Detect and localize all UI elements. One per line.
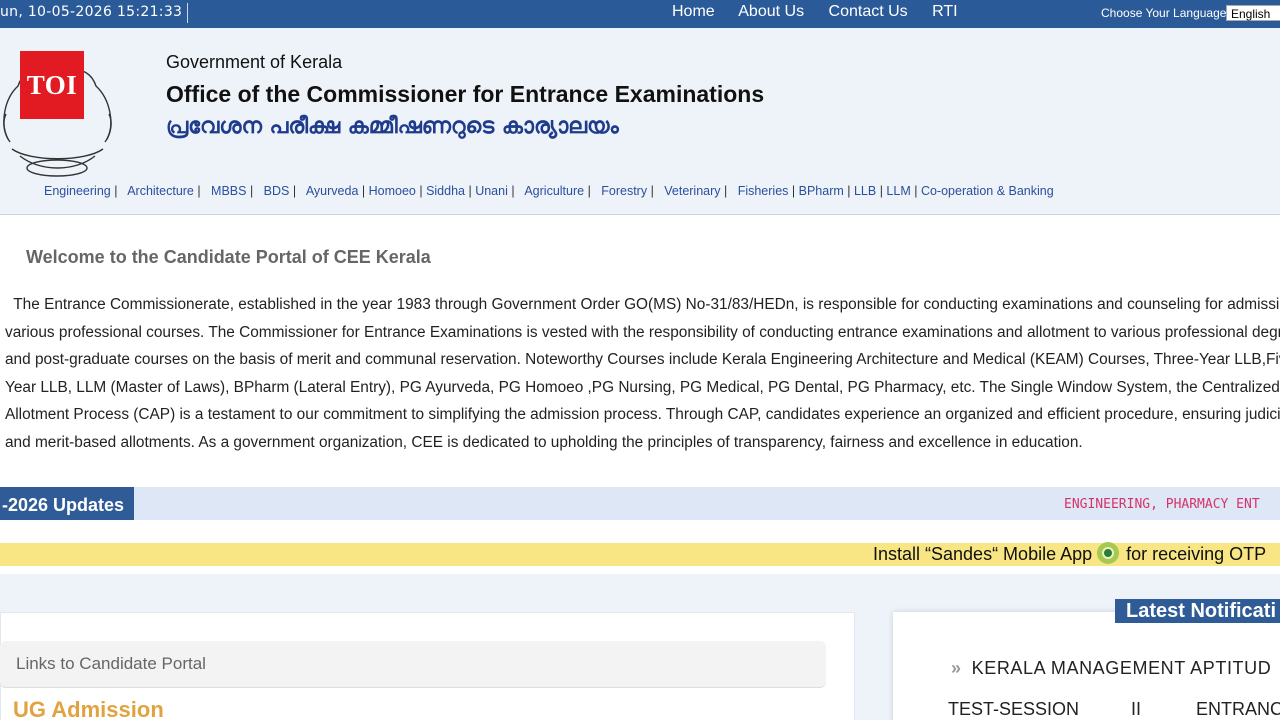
notification-item-cont[interactable]: TEST-SESSION II ENTRANC: [948, 699, 1280, 720]
intro-line: Year LLB, LLM (Master of Laws), BPharm (…: [5, 378, 1280, 396]
course-link[interactable]: Agriculture: [524, 184, 584, 198]
ug-admission-heading: UG Admission: [13, 697, 164, 720]
intro-line: The Entrance Commissionerate, establishe…: [5, 296, 1280, 313]
office-title: Office of the Commissioner for Entrance …: [166, 81, 765, 107]
nav-rti[interactable]: RTI: [932, 3, 957, 20]
course-link[interactable]: LLB: [854, 184, 876, 198]
sandes-message: Install “Sandes“ Mobile App for receiving…: [873, 542, 1266, 565]
course-link[interactable]: Unani: [475, 184, 508, 198]
nav-home[interactable]: Home: [672, 3, 715, 20]
course-link[interactable]: Homoeo: [369, 184, 416, 198]
sandes-text: Install “Sandes“ Mobile App: [873, 544, 1093, 564]
site-header: TOI Government of Kerala Office of the C…: [0, 28, 1280, 215]
toi-logo: TOI: [20, 51, 84, 119]
updates-label: -2026 Updates: [0, 487, 134, 520]
nav-about-us[interactable]: About Us: [738, 3, 804, 20]
intro-line: and post-graduate courses on the basis o…: [5, 351, 1280, 369]
double-chevron-icon: »: [951, 658, 962, 678]
header-divider: [0, 214, 1280, 215]
portal-links-title: Links to Candidate Portal: [16, 654, 206, 673]
course-link[interactable]: Veterinary: [664, 184, 720, 198]
course-link[interactable]: Engineering: [44, 184, 111, 198]
language-select[interactable]: English: [1226, 5, 1280, 21]
notification-word: TEST-SESSION: [948, 699, 1080, 719]
notifications-label: Latest Notificati: [1115, 599, 1280, 623]
notification-word: II: [1131, 699, 1142, 719]
course-link[interactable]: Ayurveda: [306, 184, 359, 198]
sandes-text: for receiving OTP: [1126, 544, 1267, 564]
intro-line: and merit-based allotments. As a governm…: [5, 433, 1083, 451]
updates-ticker[interactable]: ENGINEERING, PHARMACY ENT: [1064, 497, 1260, 512]
office-title-malayalam: പ്രവേശന പരീക്ഷ കമ്മീഷണറുടെ കാര്യാലയം: [166, 114, 619, 139]
intro-paragraph: The Entrance Commissionerate, establishe…: [5, 291, 1280, 457]
welcome-title: Welcome to the Candidate Portal of CEE K…: [26, 247, 431, 267]
notification-title: KERALA MANAGEMENT APTITUD: [971, 658, 1272, 678]
course-link[interactable]: Forestry: [601, 184, 647, 198]
divider: [187, 3, 188, 23]
datetime: un, 10-05-2026 15:21:33: [0, 4, 183, 20]
course-links: Engineering | Architecture | MBBS | BDS …: [44, 184, 1054, 198]
notification-word: ENTRANC: [1196, 699, 1280, 719]
course-link[interactable]: Siddha: [426, 184, 465, 198]
course-link[interactable]: Co-operation & Banking: [921, 184, 1054, 198]
nav-contact-us[interactable]: Contact Us: [829, 3, 908, 20]
course-link[interactable]: BDS: [264, 184, 290, 198]
course-link[interactable]: BPharm: [799, 184, 844, 198]
top-bar: un, 10-05-2026 15:21:33 Home About Us Co…: [0, 0, 1280, 28]
intro-line: Allotment Process (CAP) is a testament t…: [5, 406, 1280, 424]
notification-item[interactable]: » KERALA MANAGEMENT APTITUD: [951, 658, 1271, 679]
language-label: Choose Your Language: [1101, 6, 1227, 20]
top-nav: Home About Us Contact Us RTI: [672, 3, 978, 21]
sandes-app-icon: [1097, 542, 1120, 564]
course-link[interactable]: LLM: [886, 184, 910, 198]
intro-line: various professional courses. The Commis…: [5, 323, 1280, 341]
course-link[interactable]: MBBS: [211, 184, 246, 198]
course-link[interactable]: Architecture: [127, 184, 194, 198]
government-title: Government of Kerala: [166, 52, 343, 72]
course-link[interactable]: Fisheries: [738, 184, 789, 198]
